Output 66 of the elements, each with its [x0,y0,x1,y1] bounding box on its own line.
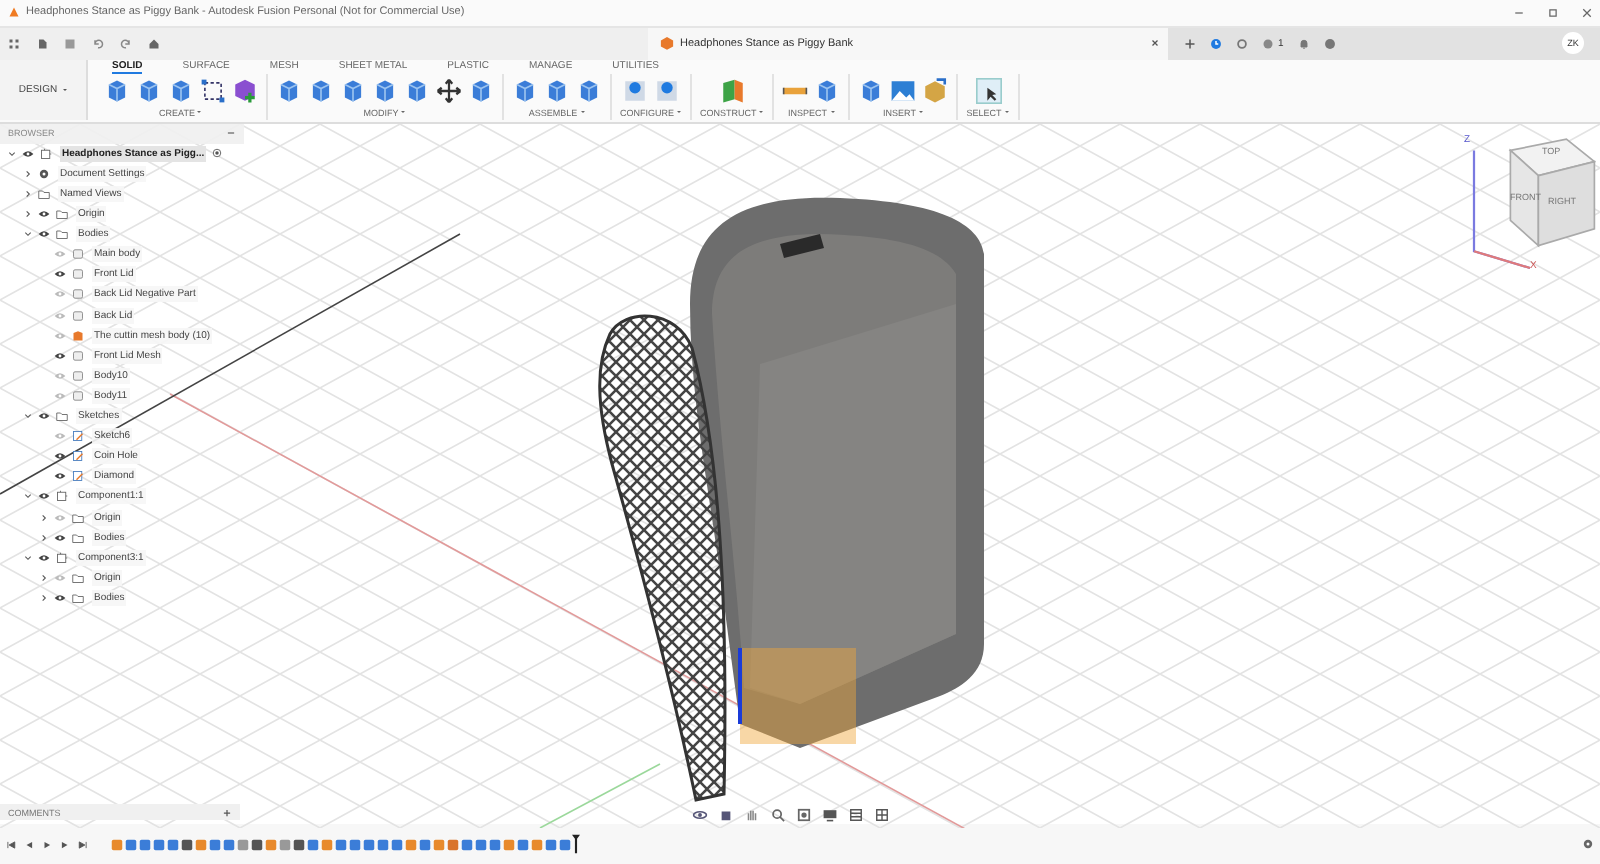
caret-icon[interactable] [24,169,32,178]
cube-plus-icon[interactable] [232,77,258,104]
eye-icon[interactable] [38,210,50,219]
component-icon [56,551,68,564]
caret-icon[interactable] [24,210,32,219]
step-back-icon[interactable] [24,839,34,850]
eye-icon[interactable] [54,270,66,279]
eye-icon[interactable] [54,533,66,542]
move-arrows-icon[interactable] [436,77,462,104]
fit-icon[interactable] [796,808,812,823]
caret-icon[interactable] [40,533,48,542]
timeline-marker-icon[interactable] [572,832,580,857]
collapse-icon[interactable] [226,128,236,139]
step-forward-icon[interactable] [60,839,70,850]
eye-icon[interactable] [54,351,66,360]
cube-icon [660,36,674,51]
maximize-icon[interactable] [1548,7,1558,18]
plus-icon[interactable] [222,807,232,818]
settings-icon[interactable] [1582,838,1594,851]
eye-icon[interactable] [38,492,50,501]
refresh-icon[interactable] [1236,37,1248,50]
eye-icon[interactable] [54,593,66,602]
file-icon[interactable] [36,37,48,50]
close-icon[interactable] [1150,38,1160,49]
box-package-icon[interactable] [922,77,949,104]
eye-icon[interactable] [22,149,34,158]
folder-icon [56,410,68,423]
zoom-icon[interactable] [770,808,786,823]
add-tab-icon[interactable] [1184,37,1196,50]
viewports-icon[interactable] [874,808,890,823]
play-icon[interactable] [42,839,52,850]
gear-icon [38,167,50,180]
eye-icon[interactable] [54,452,66,461]
caret-icon[interactable] [40,513,48,522]
bell-icon[interactable] [1297,37,1310,50]
skip-end-icon[interactable] [78,839,88,850]
sketch-rectangle-icon[interactable] [200,77,226,104]
cube-icon[interactable] [104,77,130,104]
undo-icon[interactable] [92,37,104,50]
grid-icon[interactable] [848,808,864,823]
caret-icon[interactable] [24,190,32,199]
plane-icon[interactable] [719,77,746,104]
caret-icon[interactable] [40,593,48,602]
eye-icon[interactable] [38,412,50,421]
minimize-icon[interactable] [1514,7,1524,18]
redo-icon[interactable] [120,37,132,50]
app-logo-icon [8,6,20,19]
component-icon [40,147,52,160]
grid-menu-icon[interactable] [8,37,20,50]
select-icon[interactable] [975,77,1001,104]
clock-icon[interactable] [1210,37,1222,50]
eye-icon[interactable] [54,472,66,481]
sketch-icon [72,450,84,463]
eye-icon[interactable] [38,553,50,562]
sketch-icon [72,470,84,483]
mesh-body-icon [72,329,84,342]
component-icon [56,490,68,503]
home-icon[interactable] [148,37,160,50]
radio-icon[interactable] [212,148,223,159]
display-icon[interactable] [822,808,838,823]
caret-icon[interactable] [40,573,48,582]
image-icon[interactable] [890,77,917,104]
skip-start-icon[interactable] [6,839,16,850]
sketch-icon [72,430,84,443]
close-icon[interactable] [1582,7,1592,18]
eye-icon[interactable] [38,230,50,239]
